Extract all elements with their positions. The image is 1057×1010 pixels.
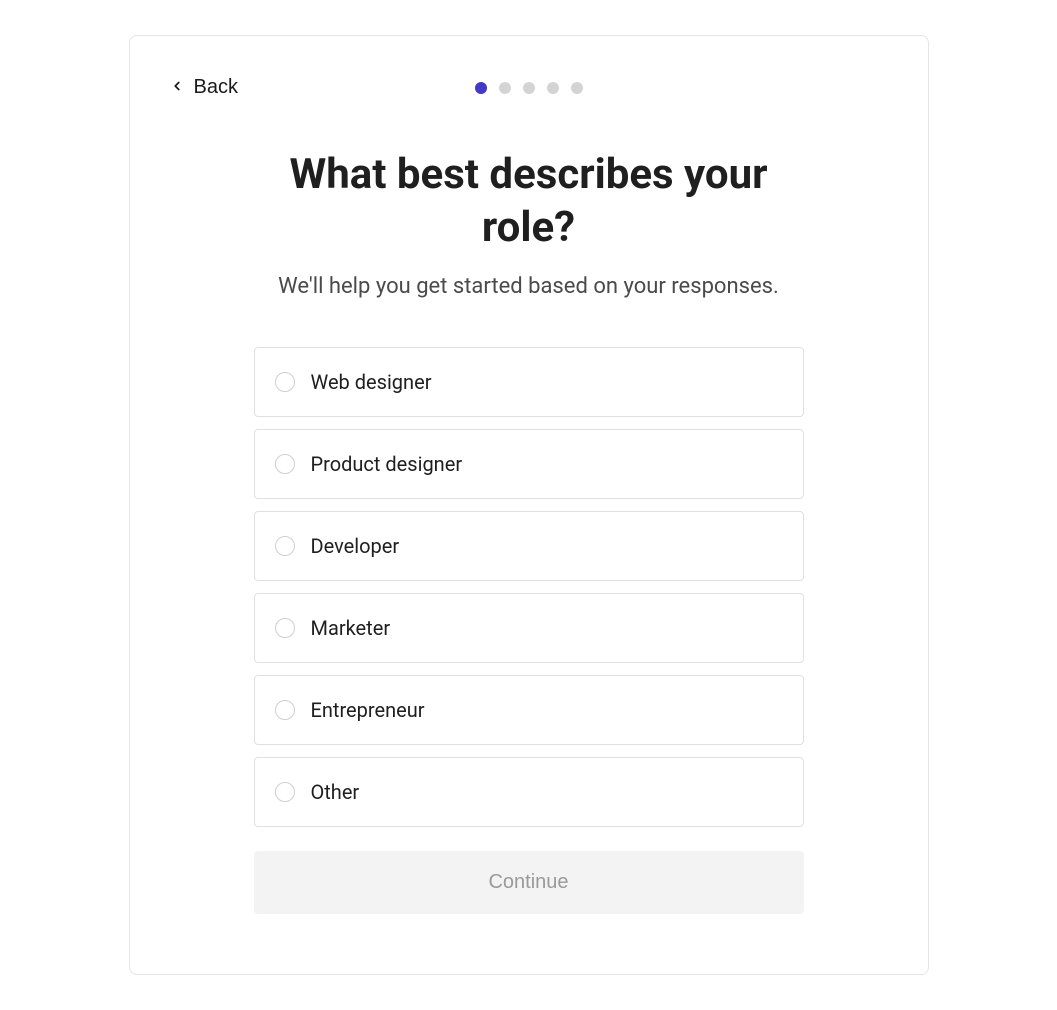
option-label: Other xyxy=(311,780,360,804)
radio-icon xyxy=(275,618,295,638)
option-label: Developer xyxy=(311,534,400,558)
progress-indicator xyxy=(475,82,583,94)
progress-dot-2 xyxy=(499,82,511,94)
radio-icon xyxy=(275,700,295,720)
radio-icon xyxy=(275,536,295,556)
option-label: Product designer xyxy=(311,452,463,476)
progress-dot-1 xyxy=(475,82,487,94)
content: What best describes your role? We'll hel… xyxy=(254,149,804,914)
header-row: Back xyxy=(170,76,888,99)
page-title: What best describes your role? xyxy=(254,149,804,254)
chevron-left-icon xyxy=(170,76,184,99)
option-other[interactable]: Other xyxy=(254,757,804,827)
option-product-designer[interactable]: Product designer xyxy=(254,429,804,499)
option-entrepreneur[interactable]: Entrepreneur xyxy=(254,675,804,745)
option-label: Web designer xyxy=(311,370,432,394)
role-options: Web designer Product designer Developer … xyxy=(254,347,804,827)
option-web-designer[interactable]: Web designer xyxy=(254,347,804,417)
progress-dot-4 xyxy=(547,82,559,94)
progress-dot-3 xyxy=(523,82,535,94)
option-label: Entrepreneur xyxy=(311,698,425,722)
radio-icon xyxy=(275,782,295,802)
continue-button[interactable]: Continue xyxy=(254,851,804,914)
onboarding-card: Back What best describes your role? We'l… xyxy=(129,35,929,975)
page-subtitle: We'll help you get started based on your… xyxy=(254,274,804,299)
radio-icon xyxy=(275,454,295,474)
progress-dot-5 xyxy=(571,82,583,94)
radio-icon xyxy=(275,372,295,392)
back-button[interactable]: Back xyxy=(170,76,238,99)
option-label: Marketer xyxy=(311,616,391,640)
option-marketer[interactable]: Marketer xyxy=(254,593,804,663)
back-label: Back xyxy=(194,76,238,99)
option-developer[interactable]: Developer xyxy=(254,511,804,581)
